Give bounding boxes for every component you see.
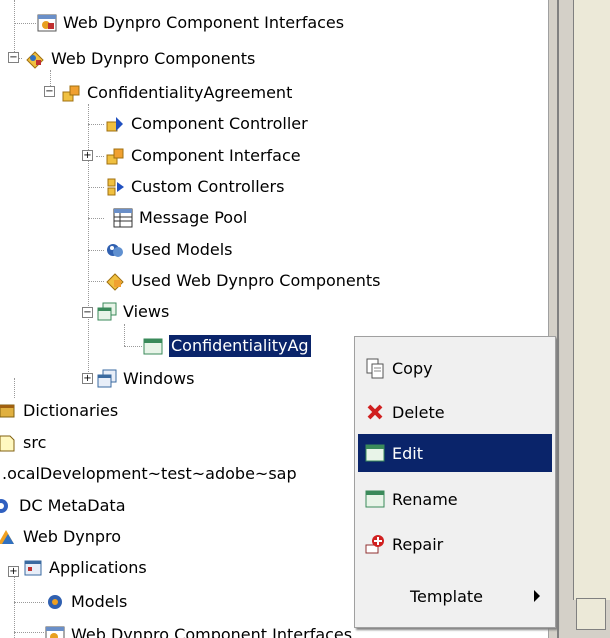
tree-item-label: Used Models bbox=[131, 240, 233, 259]
tree-item-message-pool[interactable]: Message Pool bbox=[112, 203, 247, 233]
expand-toggle[interactable]: + bbox=[82, 150, 93, 161]
custom-controllers-icon bbox=[104, 176, 126, 198]
web-dynpro-icon bbox=[0, 526, 18, 548]
tree-item-label: Web Dynpro Component Interfaces bbox=[71, 625, 353, 638]
tree-item-label: Used Web Dynpro Components bbox=[131, 271, 381, 290]
tree-item-component-controller[interactable]: Component Controller bbox=[104, 109, 308, 139]
component-interfaces-icon bbox=[44, 624, 66, 638]
components-icon bbox=[24, 48, 46, 70]
menu-item-label: Copy bbox=[392, 358, 433, 378]
controller-icon bbox=[104, 113, 126, 135]
tree-item-confidentiality-agreement[interactable]: ConfidentialityAgreement bbox=[60, 78, 292, 108]
used-components-icon bbox=[104, 270, 126, 292]
tree-item-label-selected: ConfidentialityAg bbox=[168, 334, 312, 358]
tree-item-label: Models bbox=[71, 592, 128, 611]
delete-icon bbox=[364, 401, 386, 423]
component-interfaces-icon bbox=[36, 12, 58, 34]
tree-item-label: DC MetaData bbox=[19, 496, 126, 515]
views-icon bbox=[96, 301, 118, 323]
tree-item-views[interactable]: Views bbox=[96, 297, 169, 327]
tree-item-confidentiality-view[interactable]: ConfidentialityAg bbox=[142, 331, 312, 361]
expand-toggle[interactable]: + bbox=[8, 566, 19, 577]
splitter-bar bbox=[557, 0, 559, 638]
collapse-toggle[interactable]: − bbox=[82, 307, 93, 318]
component-interface-icon bbox=[104, 145, 126, 167]
menu-item-delete[interactable]: Delete bbox=[358, 393, 552, 431]
tree-item-label: Component Controller bbox=[131, 114, 308, 133]
folder-icon bbox=[0, 432, 18, 454]
tree-item-label: Applications bbox=[49, 558, 147, 577]
tree-item-component-interfaces[interactable]: Web Dynpro Component Interfaces bbox=[36, 8, 344, 38]
tree-item-label: Web Dynpro bbox=[23, 527, 122, 546]
menu-item-copy[interactable]: Copy bbox=[358, 349, 552, 387]
menu-item-repair[interactable]: Repair bbox=[358, 525, 552, 563]
message-pool-icon bbox=[112, 207, 134, 229]
submenu-arrow-icon bbox=[534, 590, 540, 602]
copy-icon bbox=[364, 357, 386, 379]
collapse-toggle[interactable]: − bbox=[44, 86, 55, 97]
tree-item-src[interactable]: src bbox=[0, 428, 46, 458]
tree-item-label: Message Pool bbox=[139, 208, 248, 227]
context-menu: Copy Delete Edit Rename Repair Template bbox=[354, 336, 556, 628]
view-icon bbox=[142, 335, 164, 357]
tree-item-components[interactable]: Web Dynpro Components bbox=[24, 44, 255, 74]
tree-item-web-dynpro[interactable]: Web Dynpro bbox=[0, 522, 121, 552]
menu-item-label: Repair bbox=[392, 534, 444, 554]
menu-item-label: Delete bbox=[392, 402, 445, 422]
tree-item-dc-metadata[interactable]: DC MetaData bbox=[0, 491, 126, 521]
tree-item-label: Custom Controllers bbox=[131, 177, 285, 196]
tree-item-used-models[interactable]: Used Models bbox=[104, 235, 233, 265]
tree-item-label: .ocalDevelopment~test~adobe~sap bbox=[2, 464, 297, 483]
tree-item-label: Windows bbox=[123, 369, 195, 388]
editor-area bbox=[573, 0, 610, 600]
applications-icon bbox=[22, 557, 44, 579]
tree-item-label: Component Interface bbox=[131, 146, 301, 165]
tree-item-dictionaries[interactable]: Dictionaries bbox=[0, 396, 118, 426]
repair-icon bbox=[364, 533, 386, 555]
menu-item-spacer bbox=[364, 585, 404, 607]
tree-item-label: src bbox=[23, 433, 47, 452]
tree-item-label: Views bbox=[123, 302, 170, 321]
collapse-toggle[interactable]: − bbox=[8, 52, 19, 63]
menu-item-template[interactable]: Template bbox=[358, 577, 552, 615]
tree-item-applications[interactable]: Applications bbox=[22, 553, 147, 583]
tree-item-label: Dictionaries bbox=[23, 401, 119, 420]
tree-item-component-interfaces-2[interactable]: Web Dynpro Component Interfaces bbox=[44, 620, 352, 638]
menu-item-label: Template bbox=[410, 586, 484, 606]
tree-item-local-development[interactable]: .ocalDevelopment~test~adobe~sap bbox=[2, 459, 297, 489]
menu-item-label: Rename bbox=[392, 489, 458, 509]
dictionaries-icon bbox=[0, 400, 18, 422]
edit-icon bbox=[364, 442, 386, 464]
menu-item-label: Edit bbox=[392, 443, 423, 463]
models-icon bbox=[44, 591, 66, 613]
tree-item-models[interactable]: Models bbox=[44, 587, 127, 617]
tree-item-label: Web Dynpro Component Interfaces bbox=[63, 13, 345, 32]
tree-item-custom-controllers[interactable]: Custom Controllers bbox=[104, 172, 284, 202]
rename-icon bbox=[364, 488, 386, 510]
tree-item-windows[interactable]: Windows bbox=[96, 364, 194, 394]
dc-metadata-icon bbox=[0, 495, 14, 517]
used-models-icon bbox=[104, 239, 126, 261]
component-icon bbox=[60, 82, 82, 104]
toolbar-button[interactable] bbox=[576, 598, 606, 630]
tree-item-component-interface[interactable]: Component Interface bbox=[104, 141, 301, 171]
tree-item-label: Web Dynpro Components bbox=[51, 49, 256, 68]
tree-item-label: ConfidentialityAgreement bbox=[87, 83, 293, 102]
menu-item-edit[interactable]: Edit bbox=[358, 434, 552, 472]
menu-item-rename[interactable]: Rename bbox=[358, 480, 552, 518]
expand-toggle[interactable]: + bbox=[82, 373, 93, 384]
right-pane bbox=[566, 0, 610, 638]
windows-icon bbox=[96, 368, 118, 390]
tree-item-used-web-dynpro-components[interactable]: Used Web Dynpro Components bbox=[104, 266, 381, 296]
